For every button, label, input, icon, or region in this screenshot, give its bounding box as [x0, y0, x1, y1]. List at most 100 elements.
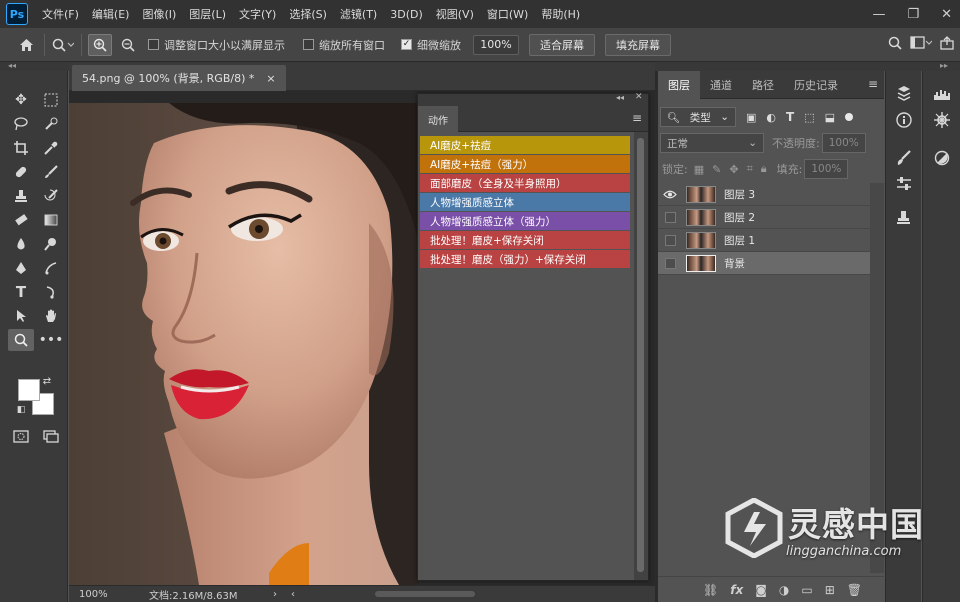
document-tab[interactable]: 54.png @ 100% (背景, RGB/8) * ×: [72, 65, 286, 91]
group-icon[interactable]: ▭: [801, 583, 812, 597]
object-selection-tool-icon[interactable]: [38, 113, 64, 135]
panel-menu-icon[interactable]: ≡: [632, 111, 642, 125]
checkbox-box[interactable]: [148, 39, 159, 50]
brush-settings-icon[interactable]: [890, 147, 918, 169]
visibility-toggle[interactable]: [658, 257, 682, 269]
menu-filter[interactable]: 滤镜(T): [340, 6, 377, 22]
action-item[interactable]: 批处理！磨皮（强力）+保存关闭: [420, 250, 630, 268]
close-button[interactable]: ✕: [941, 7, 952, 22]
properties-icon[interactable]: [890, 173, 918, 195]
path-tool-icon[interactable]: [38, 281, 64, 303]
zoom-in-icon[interactable]: [88, 33, 112, 56]
marquee-tool-icon[interactable]: [38, 89, 64, 111]
hand-tool-icon[interactable]: [38, 305, 64, 327]
fx-icon[interactable]: fx: [730, 583, 743, 597]
lock-artboard-icon[interactable]: ⌗: [747, 162, 753, 176]
navigator-icon[interactable]: [928, 109, 956, 131]
type-tool-icon[interactable]: T: [8, 281, 34, 303]
lock-transparent-icon[interactable]: ▦: [694, 163, 704, 176]
layer-row[interactable]: 图层 3: [658, 183, 870, 206]
visibility-off-box[interactable]: [664, 257, 676, 269]
smart-object-filter-icon[interactable]: ⬓: [825, 111, 835, 124]
mask-icon[interactable]: ◙: [755, 583, 767, 597]
clone-source-icon[interactable]: [890, 207, 918, 229]
adjustments-icon[interactable]: [928, 147, 956, 169]
horizontal-scrollbar[interactable]: [375, 591, 475, 597]
share-icon[interactable]: [940, 36, 954, 54]
libraries-icon[interactable]: [890, 83, 918, 105]
trash-icon[interactable]: 🗑︎: [847, 583, 862, 597]
action-item[interactable]: 人物增强质感立体: [420, 193, 630, 211]
menu-type[interactable]: 文字(Y): [239, 6, 276, 22]
close-tab-icon[interactable]: ×: [266, 72, 275, 85]
tab-paths[interactable]: 路径: [742, 71, 784, 99]
filter-toggle-icon[interactable]: [845, 113, 854, 121]
minimize-button[interactable]: —: [872, 7, 885, 22]
menu-window[interactable]: 窗口(W): [487, 6, 528, 22]
layer-row[interactable]: 图层 1: [658, 229, 870, 252]
action-item[interactable]: 人物增强质感立体（强力）: [420, 212, 630, 230]
crop-tool-icon[interactable]: [8, 137, 34, 159]
panel-menu-icon[interactable]: ≡: [868, 77, 878, 91]
canvas-area[interactable]: ◂◂ ✕ 动作 ≡ AI磨皮+祛痘 AI磨皮+祛痘（强力） 面部磨皮（全身及半身…: [69, 91, 655, 585]
visibility-toggle[interactable]: [658, 211, 682, 223]
menu-3d[interactable]: 3D(D): [390, 8, 423, 21]
layer-row-selected[interactable]: 背景: [658, 252, 870, 275]
collapse-arrows-icon[interactable]: ◂◂: [8, 61, 16, 70]
lasso-tool-icon[interactable]: [8, 113, 34, 135]
adjustment-icon[interactable]: ◑: [779, 583, 789, 597]
close-panel-icon[interactable]: ✕: [635, 92, 643, 102]
search-icon[interactable]: [888, 36, 902, 54]
workspace-icon[interactable]: [910, 36, 933, 54]
scrollbar-thumb[interactable]: [637, 138, 644, 572]
expand-arrows-icon[interactable]: ▸▸: [940, 61, 948, 70]
zoom-tool-icon[interactable]: [8, 329, 34, 351]
layer-row[interactable]: 图层 2: [658, 206, 870, 229]
gradient-tool-icon[interactable]: [38, 209, 64, 231]
blur-tool-icon[interactable]: [8, 233, 34, 255]
brush-tool-icon[interactable]: [38, 161, 64, 183]
quick-mask-icon[interactable]: [8, 425, 34, 447]
info-icon[interactable]: [890, 109, 918, 131]
lock-all-icon[interactable]: 🔒︎: [761, 162, 767, 176]
tab-layers[interactable]: 图层: [658, 71, 700, 99]
action-item[interactable]: AI磨皮+祛痘（强力）: [420, 155, 630, 173]
status-arrow-icon[interactable]: ›: [273, 589, 277, 600]
zoom-all-windows-checkbox[interactable]: 缩放所有窗口: [303, 37, 385, 53]
eyedropper-tool-icon[interactable]: [38, 137, 64, 159]
home-icon[interactable]: [14, 34, 38, 56]
blend-mode-select[interactable]: 正常 ⌄: [660, 133, 764, 153]
visibility-off-box[interactable]: [664, 211, 676, 223]
new-layer-icon[interactable]: ⊞: [825, 583, 835, 597]
menu-edit[interactable]: 编辑(E): [92, 6, 130, 22]
fit-screen-button[interactable]: 适合屏幕: [529, 33, 595, 56]
menu-select[interactable]: 选择(S): [289, 6, 327, 22]
eraser-tool-icon[interactable]: [8, 209, 34, 231]
clone-stamp-tool-icon[interactable]: [8, 185, 34, 207]
fill-screen-button[interactable]: 填充屏幕: [605, 33, 671, 56]
pen-tool-icon[interactable]: [8, 257, 34, 279]
action-item[interactable]: AI磨皮+祛痘: [420, 136, 630, 154]
photoshop-logo[interactable]: Ps: [6, 3, 28, 25]
menu-image[interactable]: 图像(I): [142, 6, 176, 22]
scroll-left-icon[interactable]: ‹: [291, 589, 295, 600]
tab-channels[interactable]: 通道: [700, 71, 742, 99]
fill-field[interactable]: 100%: [804, 159, 849, 179]
type-filter-icon[interactable]: T: [786, 110, 794, 124]
zoom-value-field[interactable]: 100%: [473, 34, 519, 55]
menu-file[interactable]: 文件(F): [42, 6, 79, 22]
swap-colors-icon[interactable]: ⇄: [40, 374, 54, 388]
histogram-icon[interactable]: [928, 83, 956, 105]
filter-kind-select[interactable]: 🔍︎ 类型 ⌄: [660, 107, 736, 127]
menu-layer[interactable]: 图层(L): [189, 6, 226, 22]
tab-history[interactable]: 历史记录: [784, 71, 848, 99]
actions-scrollbar[interactable]: [634, 132, 648, 580]
collapse-panel-icon[interactable]: ◂◂: [616, 93, 624, 102]
pixel-filter-icon[interactable]: ▣: [746, 111, 756, 124]
opacity-field[interactable]: 100%: [821, 133, 866, 153]
menu-view[interactable]: 视图(V): [436, 6, 474, 22]
path-selection-tool-icon[interactable]: [8, 305, 34, 327]
layers-scrollbar[interactable]: [870, 183, 884, 573]
adjustment-filter-icon[interactable]: ◐: [766, 111, 776, 124]
foreground-color-swatch[interactable]: [18, 379, 40, 401]
